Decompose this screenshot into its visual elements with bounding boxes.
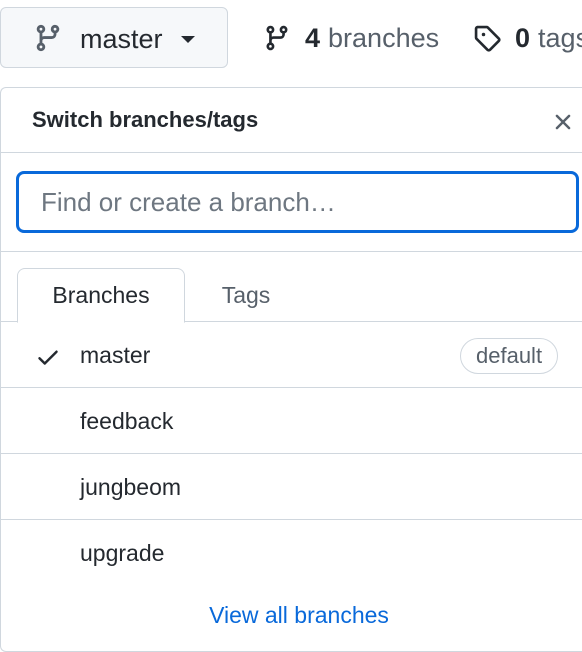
filter-area <box>1 153 582 252</box>
list-item[interactable]: jungbeom <box>1 454 582 520</box>
check-icon <box>35 344 61 375</box>
branches-count-link[interactable]: 4 branches <box>263 22 439 54</box>
branch-switcher-panel: Switch branches/tags Branches Tags maste… <box>0 87 582 652</box>
branch-filter-input[interactable] <box>16 171 579 233</box>
branch-name: jungbeom <box>80 474 182 500</box>
tab-tags[interactable]: Tags <box>191 268 301 322</box>
branches-label: branches <box>328 22 440 53</box>
tab-branches-label: Branches <box>52 282 150 308</box>
branch-name: upgrade <box>80 540 165 566</box>
tab-tags-label: Tags <box>221 281 271 308</box>
view-all-branches-link[interactable]: View all branches <box>1 602 582 629</box>
branch-name: master <box>80 342 151 368</box>
branch-selector-button[interactable]: master <box>0 7 228 68</box>
panel-title: Switch branches/tags <box>32 107 259 132</box>
branch-name: feedback <box>80 408 174 434</box>
git-branch-icon <box>263 23 291 53</box>
tags-label: tags <box>538 22 582 53</box>
git-branch-icon <box>33 22 63 59</box>
list-item[interactable]: upgrade <box>1 520 582 586</box>
tags-count: 0 <box>515 22 531 53</box>
tab-branches[interactable]: Branches <box>17 268 185 323</box>
branches-count: 4 <box>305 22 321 53</box>
list-item[interactable]: feedback <box>1 388 582 454</box>
tag-icon <box>473 23 501 53</box>
branch-tag-tabs: Branches Tags <box>1 268 582 323</box>
chevron-down-icon <box>181 36 195 43</box>
branch-list: master default feedback jungbeom upgrade <box>1 322 582 586</box>
current-branch-name: master <box>80 24 163 54</box>
list-item[interactable]: master default <box>1 322 582 388</box>
close-icon[interactable] <box>550 109 576 135</box>
default-badge: default <box>460 338 559 374</box>
tags-count-link[interactable]: 0 tags <box>473 22 582 54</box>
panel-header: Switch branches/tags <box>1 88 582 153</box>
